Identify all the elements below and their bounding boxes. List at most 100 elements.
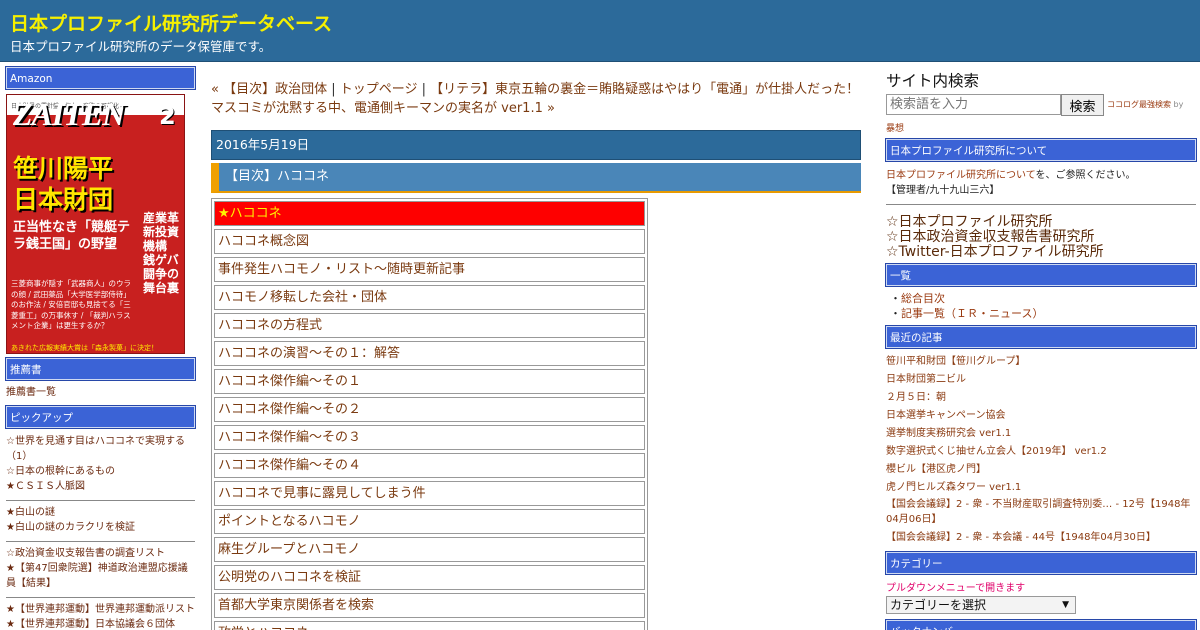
toc-link[interactable]: ハココネの方程式 — [218, 318, 322, 333]
toc-link[interactable]: ハココネで見事に露見してしまう件 — [218, 486, 426, 501]
recent-post-link[interactable]: 【国会会議録】2 - 衆 - 本会議 - 44号【1948年04月30日】 — [886, 530, 1196, 545]
pickup-link[interactable]: ★白山の謎 — [6, 505, 195, 520]
pickup-link[interactable]: ☆日本の根幹にあるもの — [6, 464, 195, 479]
ad-footer: あきれた広報実績大賞は「森永製菓」に決定！ — [11, 344, 158, 352]
ad-subheadline: 正当性なき「競艇テラ銭王国」の野望 — [13, 220, 131, 252]
ad-headline-1: 笹川陽平 — [13, 154, 114, 183]
toc-link[interactable]: ハコモノ移転した会社・団体 — [218, 290, 387, 305]
search-title: サイト内検索 — [886, 72, 980, 90]
category-heading: カテゴリー — [885, 551, 1197, 575]
search-credit-by: by — [1171, 100, 1184, 109]
pickup-link[interactable]: ☆政治資金収支報告書の調査リスト — [6, 546, 195, 561]
about-heading: 日本プロファイル研究所について — [885, 138, 1197, 162]
search-input[interactable] — [886, 94, 1061, 115]
list-body: ・総合目次 ・記事一覧（ＩＲ・ニュース） — [886, 286, 1196, 326]
date-header: 2016年5月19日 — [211, 130, 861, 160]
toc-link[interactable]: 公明党のハココネを検証 — [218, 570, 361, 585]
toc-link[interactable]: ハココネ傑作編〜その３ — [218, 430, 361, 445]
list-link[interactable]: 総合目次 — [901, 292, 945, 305]
toc-row: 首都大学東京関係者を検索 — [214, 593, 645, 618]
backnumber-heading: バックナンバー — [885, 619, 1197, 630]
recent-post-link[interactable]: 日本選挙キャンペーン協会 — [886, 407, 1196, 425]
search-credit-author[interactable]: 暴想 — [886, 118, 1196, 134]
toc-row: 政党とハココネ — [214, 621, 645, 630]
recent-post-link[interactable]: 櫻ビル【港区虎ノ門】 — [886, 461, 1196, 479]
toc-link[interactable]: ハココネ傑作編〜その４ — [218, 458, 361, 473]
about-text: を、ご参照ください。 — [1035, 170, 1136, 181]
pickup-link[interactable]: ★【世界連邦運動】世界連邦運動派リスト — [6, 602, 195, 617]
pickup-link[interactable]: ☆世界を見通す目はハココネで実現する（1） — [6, 434, 195, 464]
ad-issue-number: 2 — [159, 102, 176, 130]
post-title[interactable]: 【目次】ハココネ — [211, 163, 861, 193]
search-credit: ココログ最強検索 by — [1107, 99, 1183, 110]
featured-link[interactable]: ☆日本政治資金収支報告書研究所 — [886, 230, 1196, 245]
ad-headline: 笹川陽平 日本財団 — [13, 153, 113, 215]
recent-posts: 笹川平和財団【笹川グループ】 日本財団第二ビル ２月５日：朝 日本選挙キャンペーン協会… — [886, 348, 1196, 552]
about-line: 日本プロファイル研究所についてを、ご参照ください。 — [886, 168, 1196, 183]
prev-post-link[interactable]: « 【目次】政治団体 — [211, 82, 327, 97]
recent-post-link[interactable]: 数字選択式くじ抽せん立会人【2019年】 ver1.2 — [886, 443, 1196, 461]
toc-link[interactable]: ハココネ傑作編〜その２ — [218, 402, 361, 417]
search-credit-link[interactable]: ココログ最強検索 — [1107, 100, 1171, 109]
toc-row: ハココネ傑作編〜その３ — [214, 425, 645, 450]
toc-link[interactable]: ポイントとなるハコモノ — [218, 514, 361, 529]
recommend-link[interactable]: 推薦書一覧 — [6, 385, 195, 400]
bullet-icon: ・ — [890, 292, 901, 305]
featured-links: ☆日本プロファイル研究所 ☆日本政治資金収支報告書研究所 ☆Twitter-日本プロ… — [886, 205, 1196, 264]
pickup-link[interactable]: ★【世界連邦運動】日本協議会６団体 — [6, 617, 195, 630]
pickup-group: ★【世界連邦運動】世界連邦運動派リスト ★【世界連邦運動】日本協議会６団体 — [6, 598, 195, 630]
pickup-heading: ピックアップ — [5, 405, 196, 429]
toc-link[interactable]: ハココネ概念図 — [218, 234, 309, 249]
right-sidebar: サイト内検索 検索 ココログ最強検索 by 暴想 日本プロファイル研究所について… — [885, 67, 1197, 630]
category-body: プルダウンメニューで開きます カテゴリーを選択 ▼ — [886, 574, 1196, 616]
magazine-ad[interactable]: 日本財界の羅針盤・権力・腐敗の可視化 ZAITEN 2 笹川陽平 日本財団 正当… — [6, 94, 185, 354]
toc-link[interactable]: 事件発生ハコモノ・リスト〜随時更新記事 — [218, 262, 465, 277]
toc-row: ハココネの演習〜その１：解答 — [214, 341, 645, 366]
toc-row: ハココネ傑作編〜その４ — [214, 453, 645, 478]
nav-separator: | — [327, 82, 340, 97]
amazon-heading: Amazon — [5, 66, 196, 90]
ad-brand: ZAITEN — [13, 96, 125, 132]
recommend-body: 推薦書一覧 — [6, 380, 195, 406]
pickup-list: ☆世界を見通す目はハココネで実現する（1） ☆日本の根幹にあるもの ★ＣＳＩＳ人脈図… — [6, 428, 195, 630]
toc-row: ハココネ傑作編〜その１ — [214, 369, 645, 394]
top-page-link[interactable]: トップページ — [340, 82, 418, 97]
toc-row: ハコモノ移転した会社・団体 — [214, 285, 645, 310]
recent-post-link[interactable]: 【国会会議録】2 - 衆 - 不当財産取引調査特別委… - 12号【1948年0… — [886, 497, 1196, 527]
toc-row: ハココネ傑作編〜その２ — [214, 397, 645, 422]
toc-link[interactable]: 首都大学東京関係者を検索 — [218, 598, 374, 613]
ad-side-text: 産業革新投資機構 銭ゲバ闘争の舞台裏 — [143, 211, 180, 295]
recent-heading: 最近の記事 — [885, 325, 1197, 349]
search-row: 検索 ココログ最強検索 by — [886, 94, 1196, 116]
list-item: ・総合目次 — [890, 291, 1196, 306]
pickup-link[interactable]: ★ＣＳＩＳ人脈図 — [6, 479, 195, 494]
left-sidebar: Amazon 日本財界の羅針盤・権力・腐敗の可視化 ZAITEN 2 笹川陽平 … — [5, 66, 196, 630]
recent-post-link[interactable]: 選挙制度実務研究会 ver1.1 — [886, 425, 1196, 443]
toc-row: 麻生グループとハコモノ — [214, 537, 645, 562]
toc-link[interactable]: ハココネの演習〜その１：解答 — [218, 346, 400, 361]
recent-post-link[interactable]: 笹川平和財団【笹川グループ】 — [886, 353, 1196, 371]
recent-post-link[interactable]: 虎ノ門ヒルズ森タワー ver1.1 — [886, 479, 1196, 497]
toc-link[interactable]: 政党とハココネ — [218, 626, 309, 630]
pickup-link[interactable]: ★白山の謎のカラクリを検証 — [6, 520, 195, 535]
site-title[interactable]: 日本プロファイル研究所データベース — [10, 9, 332, 36]
toc-table: ★ハココネ ハココネ概念図事件発生ハコモノ・リスト〜随時更新記事 ハコモノ移転した… — [211, 198, 648, 630]
pickup-link[interactable]: ★【第47回衆院選】神道政治連盟応援議員【結果】 — [6, 561, 195, 591]
pickup-group: ☆世界を見通す目はハココネで実現する（1） ☆日本の根幹にあるもの ★ＣＳＩＳ人脈図 — [6, 430, 195, 501]
recent-post-link[interactable]: 日本財団第二ビル — [886, 371, 1196, 389]
list-heading: 一覧 — [885, 263, 1197, 287]
list-link[interactable]: 記事一覧（ＩＲ・ニュース） — [901, 307, 1043, 320]
toc-row: 事件発生ハコモノ・リスト〜随時更新記事 — [214, 257, 645, 282]
toc-heading: ★ハココネ — [214, 201, 645, 226]
recent-post-link[interactable]: ２月５日：朝 — [886, 389, 1196, 407]
search-button[interactable]: 検索 — [1061, 94, 1104, 116]
about-link[interactable]: 日本プロファイル研究所について — [886, 170, 1036, 181]
toc-link[interactable]: 麻生グループとハコモノ — [218, 542, 360, 557]
featured-link[interactable]: ☆日本プロファイル研究所 — [886, 215, 1196, 230]
pickup-group: ★白山の謎 ★白山の謎のカラクリを検証 — [6, 501, 195, 542]
category-select[interactable]: カテゴリーを選択 ▼ — [886, 596, 1076, 614]
featured-link[interactable]: ☆Twitter-日本プロファイル研究所 — [886, 245, 1196, 260]
post-navigation: « 【目次】政治団体 | トップページ | 【リテラ】東京五輪の裏金＝賄賂疑惑は… — [211, 80, 861, 118]
category-note: プルダウンメニューで開きます — [886, 583, 1026, 594]
toc-link[interactable]: ハココネ傑作編〜その１ — [218, 374, 361, 389]
